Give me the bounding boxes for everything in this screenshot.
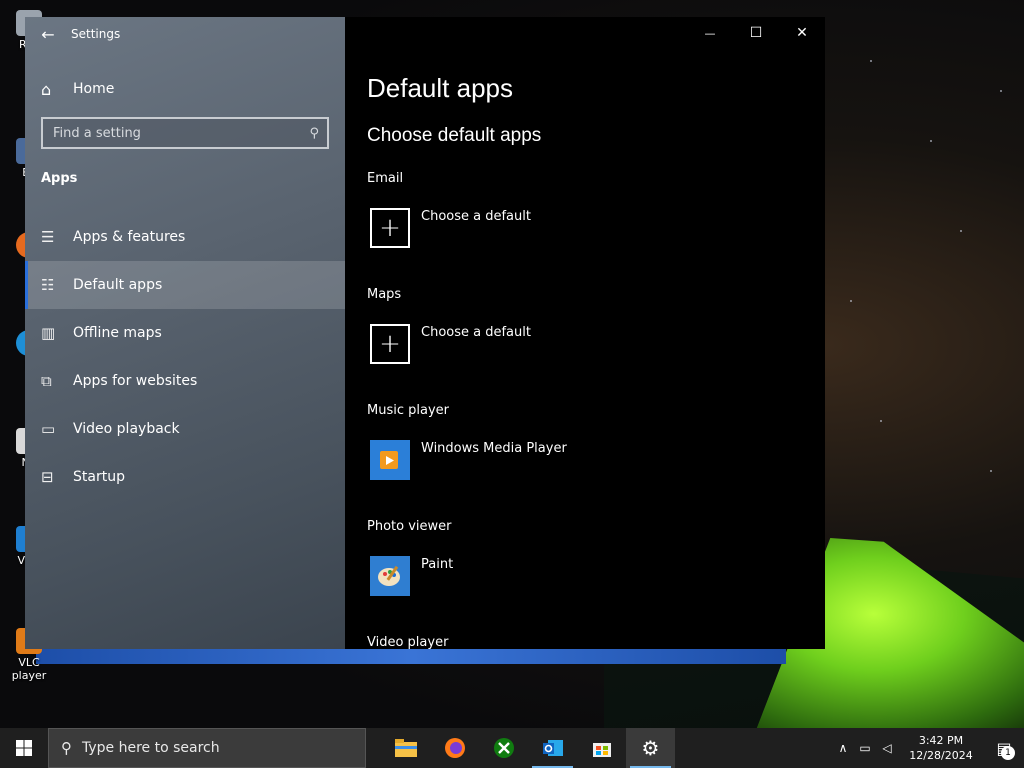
back-button[interactable]: ← bbox=[25, 17, 71, 51]
sidebar-item-startup[interactable]: ⊟ Startup bbox=[25, 453, 345, 501]
background-window-edge bbox=[36, 648, 786, 664]
taskbar-outlook[interactable] bbox=[528, 728, 577, 768]
sidebar-item-label: Apps & features bbox=[73, 229, 186, 245]
app-label: Choose a default bbox=[421, 325, 531, 340]
nav-home[interactable]: ⌂ Home bbox=[25, 67, 345, 111]
sidebar-item-apps-for-websites[interactable]: ⧉ Apps for websites bbox=[25, 357, 345, 405]
sidebar-item-label: Offline maps bbox=[73, 325, 162, 341]
window-title: Settings bbox=[71, 27, 121, 41]
plus-icon: + bbox=[370, 324, 410, 364]
map-icon: ▥ bbox=[41, 324, 56, 342]
page-title: Default apps bbox=[367, 73, 513, 103]
settings-icon: ⚙ bbox=[641, 736, 660, 760]
search-icon: ⚲ bbox=[61, 739, 72, 757]
category-music-player: Music player bbox=[367, 403, 449, 418]
plus-icon: + bbox=[370, 208, 410, 248]
taskbar-firefox[interactable] bbox=[430, 728, 479, 768]
search-icon: ⚲ bbox=[309, 125, 319, 141]
xbox-icon bbox=[493, 738, 514, 758]
sidebar-item-video-playback[interactable]: ▭ Video playback bbox=[25, 405, 345, 453]
taskbar-apps: ⚙ bbox=[381, 728, 675, 768]
volume-muted-icon[interactable]: ◁ bbox=[876, 741, 898, 755]
app-label: Windows Media Player bbox=[421, 441, 567, 456]
maximize-button[interactable]: ☐ bbox=[733, 17, 779, 49]
network-icon[interactable]: ▭ bbox=[854, 741, 876, 755]
photo-viewer-default-app-button[interactable]: Paint bbox=[370, 556, 453, 596]
desktop-icon-label: VLC player bbox=[11, 656, 47, 682]
sidebar-item-offline-maps[interactable]: ▥ Offline maps bbox=[25, 309, 345, 357]
chevron-up-icon[interactable]: ∧ bbox=[832, 741, 854, 755]
minimize-button[interactable]: — bbox=[687, 17, 733, 49]
sidebar-item-label: Default apps bbox=[73, 277, 163, 293]
outlook-icon bbox=[542, 740, 563, 756]
sidebar-item-label: Video playback bbox=[73, 421, 180, 437]
startup-icon: ⊟ bbox=[41, 468, 54, 486]
firefox-icon bbox=[444, 738, 465, 758]
taskbar-xbox[interactable] bbox=[479, 728, 528, 768]
sidebar-item-default-apps[interactable]: ☷ Default apps bbox=[25, 261, 345, 309]
category-photo-viewer: Photo viewer bbox=[367, 519, 452, 534]
paint-icon bbox=[370, 556, 410, 596]
action-center-button[interactable]: ▤ 1 bbox=[984, 728, 1024, 768]
settings-sidebar: ← Settings ⌂ Home Find a setting ⚲ Apps … bbox=[25, 17, 345, 649]
category-email: Email bbox=[367, 171, 404, 186]
section-subtitle: Choose default apps bbox=[367, 125, 542, 146]
settings-window: ← Settings ⌂ Home Find a setting ⚲ Apps … bbox=[25, 17, 825, 649]
category-maps: Maps bbox=[367, 287, 402, 302]
open-link-icon: ⧉ bbox=[41, 372, 52, 390]
taskbar-search-box[interactable]: ⚲ Type here to search bbox=[48, 728, 366, 768]
maps-default-app-button[interactable]: + Choose a default bbox=[370, 324, 531, 364]
clock-date: 12/28/2024 bbox=[909, 749, 973, 762]
taskbar-file-explorer[interactable] bbox=[381, 728, 430, 768]
windows-logo-icon bbox=[16, 740, 32, 756]
notification-count: 1 bbox=[1001, 746, 1015, 760]
close-icon: ✕ bbox=[796, 25, 808, 41]
find-setting-search[interactable]: Find a setting ⚲ bbox=[41, 117, 329, 149]
video-icon: ▭ bbox=[41, 420, 56, 438]
nav-home-label: Home bbox=[73, 81, 115, 97]
list-icon: ☰ bbox=[41, 228, 55, 246]
home-icon: ⌂ bbox=[41, 79, 52, 99]
back-arrow-icon: ← bbox=[41, 24, 55, 44]
sidebar-item-label: Startup bbox=[73, 469, 125, 485]
app-label: Paint bbox=[421, 557, 454, 572]
close-button[interactable]: ✕ bbox=[779, 17, 825, 49]
clock-time: 3:42 PM bbox=[918, 734, 964, 747]
content-pane: — ☐ ✕ Default apps Choose default apps E… bbox=[345, 17, 825, 649]
app-label: Choose a default bbox=[421, 209, 531, 224]
taskbar-settings[interactable]: ⚙ bbox=[626, 728, 675, 768]
sidebar-item-label: Apps for websites bbox=[73, 373, 198, 389]
taskbar: ⚲ Type here to search ⚙ ∧ ▭ ◁ 3:42 PM 12… bbox=[0, 728, 1024, 768]
file-explorer-icon bbox=[394, 739, 417, 757]
taskbar-search-placeholder: Type here to search bbox=[82, 740, 220, 756]
music-player-default-app-button[interactable]: Windows Media Player bbox=[370, 440, 567, 480]
maximize-icon: ☐ bbox=[749, 25, 763, 41]
email-default-app-button[interactable]: + Choose a default bbox=[370, 208, 531, 248]
section-title: Apps bbox=[41, 171, 78, 186]
system-tray: ∧ ▭ ◁ 3:42 PM 12/28/2024 ▤ 1 bbox=[832, 728, 1024, 768]
sidebar-nav: ☰ Apps & features ☷ Default apps ▥ Offli… bbox=[25, 213, 345, 501]
title-bar: ← Settings bbox=[25, 17, 345, 51]
category-video-player: Video player bbox=[367, 635, 449, 649]
windows-media-player-icon bbox=[370, 440, 410, 480]
minimize-icon: — bbox=[704, 26, 716, 40]
start-button[interactable] bbox=[0, 728, 48, 768]
search-placeholder: Find a setting bbox=[53, 125, 141, 141]
sidebar-item-apps-features[interactable]: ☰ Apps & features bbox=[25, 213, 345, 261]
store-icon bbox=[592, 743, 611, 757]
caption-buttons: — ☐ ✕ bbox=[687, 17, 825, 49]
clock[interactable]: 3:42 PM 12/28/2024 bbox=[898, 733, 984, 763]
taskbar-store[interactable] bbox=[577, 728, 626, 768]
default-apps-icon: ☷ bbox=[41, 276, 55, 294]
